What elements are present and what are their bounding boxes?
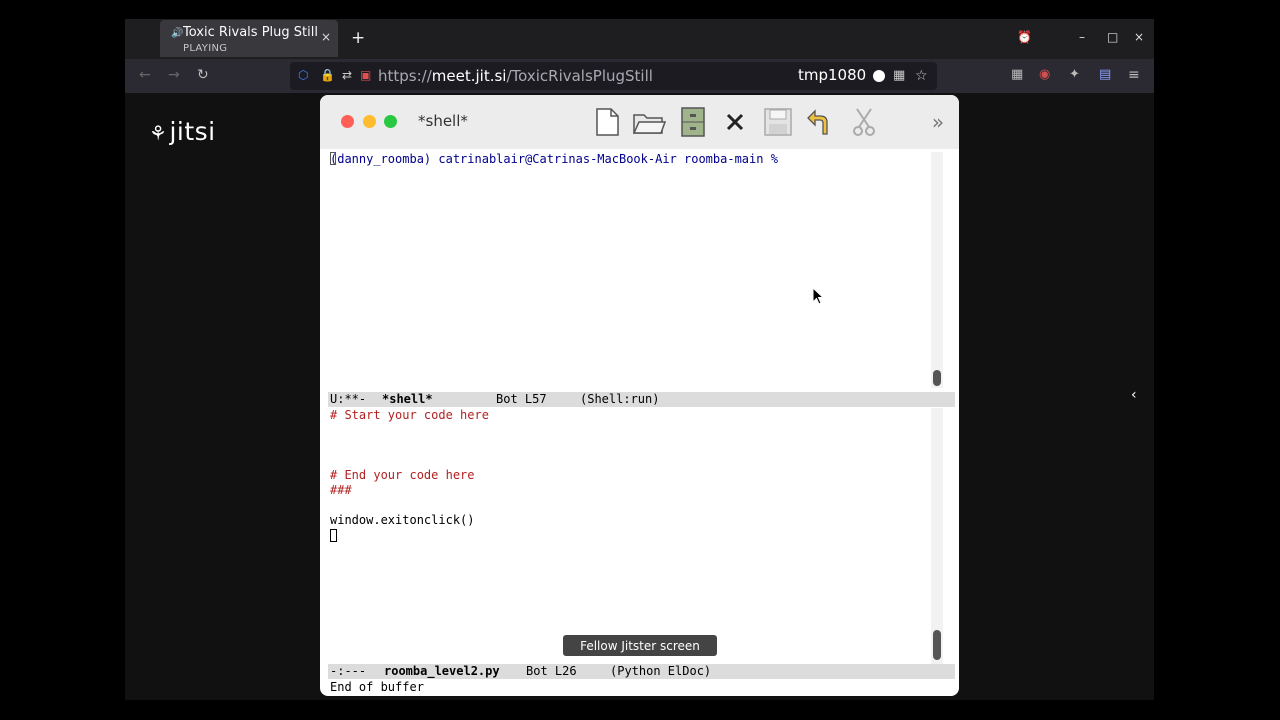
close-x-icon[interactable] (717, 106, 753, 138)
shell-cursor (330, 152, 336, 165)
url-prefix: https:// (378, 67, 432, 85)
jitsi-logo[interactable]: ⚘jitsi (149, 117, 216, 146)
emacs-window-title: *shell* (418, 112, 468, 130)
modeline-shell: U:**- *shell* Bot L57 (Shell:run) (328, 392, 955, 407)
modeline-position: Bot L26 (526, 664, 577, 678)
text-cursor (330, 529, 337, 542)
new-tab-button[interactable]: + (351, 28, 365, 48)
bookmark-star-icon[interactable]: ☆ (915, 68, 928, 84)
container-dot-icon (873, 70, 885, 82)
modeline-buffer[interactable]: roomba_level2.py (384, 664, 500, 678)
emacs-window: *shell* » (danny_roomba) catrinablair@Ca… (320, 95, 959, 696)
shield-icon[interactable]: ⬡ (298, 68, 308, 82)
forward-button[interactable]: → (168, 67, 180, 83)
permissions-icon[interactable]: ⇄ (342, 68, 352, 82)
mouse-pointer-icon (812, 287, 824, 305)
url-bar[interactable]: ⬡ 🔒 ⇄ ▣ https://meet.jit.si/ToxicRivalsP… (290, 62, 937, 90)
maximize-button[interactable]: □ (1107, 30, 1118, 44)
tab-title: Toxic Rivals Plug Still (183, 25, 318, 40)
shell-scrollbar[interactable] (931, 152, 943, 388)
vpn-icon[interactable]: ◉ (1039, 67, 1050, 82)
echo-area: End of buffer (330, 680, 424, 694)
jitsi-logo-text: jitsi (169, 117, 216, 146)
shell-prompt[interactable]: (danny_roomba) catrinablair@Catrinas-Mac… (330, 152, 778, 166)
save-disk-icon[interactable] (760, 106, 796, 138)
tab-playing-label: PLAYING (183, 43, 228, 54)
nav-bar: ← → ↻ ⬡ 🔒 ⇄ ▣ https://meet.jit.si/ToxicR… (125, 59, 1154, 93)
emacs-close-button[interactable] (341, 115, 354, 128)
emacs-titlebar: *shell* » (320, 95, 959, 149)
code-line-7: window.exitonclick() (330, 513, 475, 527)
back-button[interactable]: ← (139, 67, 151, 83)
code-scrollbar[interactable] (931, 408, 943, 664)
tab-toxic-rivals[interactable]: 🔊 Toxic Rivals Plug Still PLAYING × (160, 20, 338, 57)
grid-icon[interactable]: ▦ (893, 68, 905, 83)
emacs-zoom-button[interactable] (384, 115, 397, 128)
close-window-button[interactable]: × (1134, 30, 1144, 44)
more-tools-icon[interactable]: » (920, 106, 956, 138)
url-text[interactable]: https://meet.jit.si/ToxicRivalsPlugStill (378, 67, 653, 85)
lock-icon[interactable]: 🔒 (320, 68, 335, 82)
new-file-icon[interactable] (589, 106, 625, 138)
participant-screen-label: Fellow Jitster screen (563, 635, 717, 656)
tab-close-icon[interactable]: × (321, 30, 331, 44)
toggle-filmstrip-icon[interactable]: ‹ (1131, 387, 1137, 403)
url-host: meet.jit.si (431, 67, 507, 85)
undo-icon[interactable] (802, 106, 838, 138)
code-line-4: # End your code here (330, 468, 475, 482)
modeline-mode[interactable]: (Shell:run) (580, 392, 659, 406)
minimize-button[interactable]: – (1079, 30, 1085, 44)
url-path: /ToxicRivalsPlugStill (506, 67, 653, 85)
modeline-buffer[interactable]: *shell* (382, 392, 433, 406)
speaker-icon[interactable]: 🔊 (171, 28, 183, 39)
code-scroll-thumb[interactable] (933, 630, 941, 660)
brave-icon[interactable]: ✦ (1069, 67, 1080, 82)
open-folder-icon[interactable] (631, 106, 667, 138)
modeline-state: U:**- (330, 392, 367, 406)
code-line-1: # Start your code here (330, 408, 489, 422)
modeline-python: -:--- roomba_level2.py Bot L26 (Python E… (328, 664, 955, 679)
sync-icon[interactable]: ▤ (1099, 67, 1111, 82)
screen-share-icon[interactable]: ▣ (360, 68, 371, 82)
emacs-minimize-button[interactable] (363, 115, 376, 128)
shell-scroll-thumb[interactable] (933, 370, 941, 386)
menu-icon[interactable]: ≡ (1128, 67, 1140, 83)
modeline-position: Bot L57 (496, 392, 547, 406)
cut-scissors-icon[interactable] (846, 106, 882, 138)
modeline-state: -:--- (330, 664, 367, 678)
container-label[interactable]: tmp1080 (798, 66, 866, 84)
reload-button[interactable]: ↻ (197, 67, 209, 83)
file-cabinet-icon[interactable] (675, 106, 711, 138)
modeline-mode[interactable]: (Python ElDoc) (610, 664, 711, 678)
code-line-5: ### (330, 483, 352, 497)
extensions-icon[interactable]: ▦ (1011, 67, 1023, 82)
alarm-icon[interactable]: ⏰ (1017, 30, 1032, 44)
tab-bar: 🔊 Toxic Rivals Plug Still PLAYING × + ⏰ … (125, 19, 1154, 59)
jitsi-logo-icon: ⚘ (149, 121, 168, 145)
